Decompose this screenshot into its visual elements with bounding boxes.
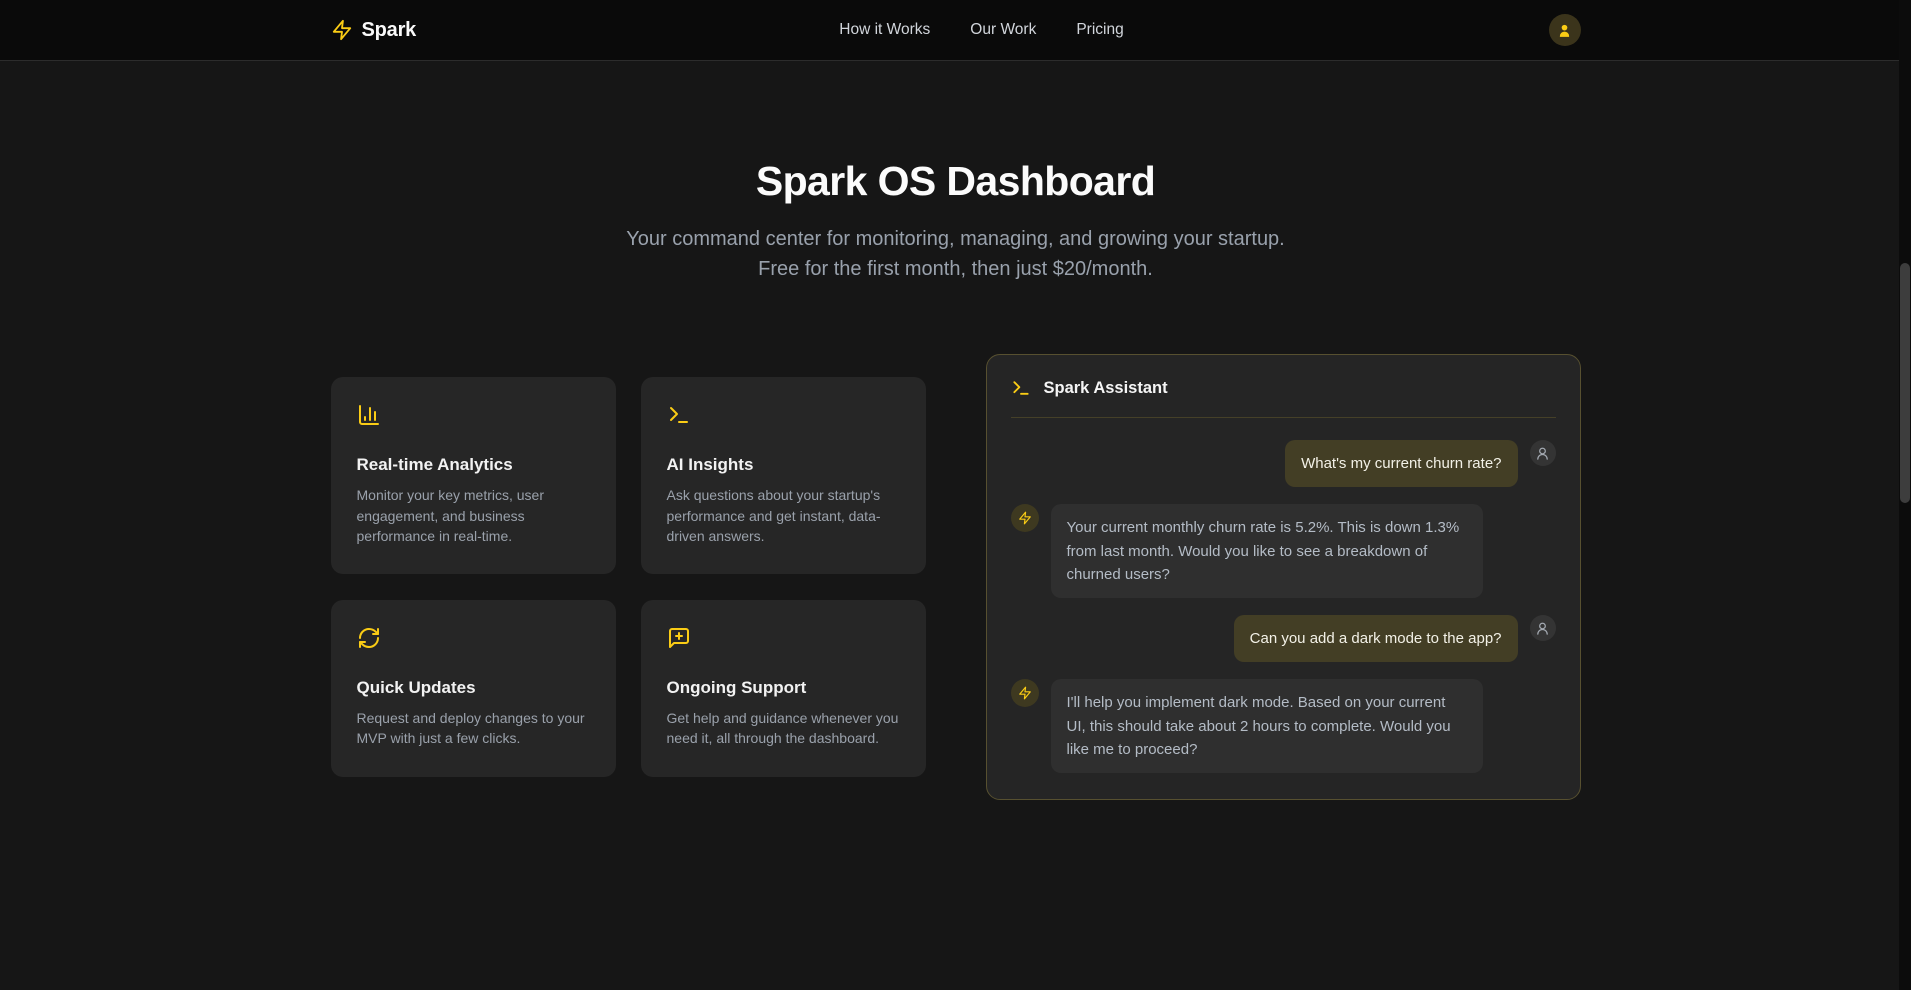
nav-container: Spark How it Works Our Work Pricing <box>331 14 1581 46</box>
chat-message-assistant: I'll help you implement dark mode. Based… <box>1011 679 1556 773</box>
assistant-message-bubble: I'll help you implement dark mode. Based… <box>1051 679 1483 773</box>
scrollbar-thumb[interactable] <box>1900 263 1910 503</box>
message-square-plus-icon <box>667 626 691 650</box>
user-message-bubble: Can you add a dark mode to the app? <box>1234 615 1518 662</box>
assistant-avatar <box>1011 504 1039 532</box>
person-icon <box>1556 22 1573 39</box>
feature-title: Ongoing Support <box>667 678 900 698</box>
person-icon <box>1535 446 1550 461</box>
assistant-panel-header: Spark Assistant <box>987 355 1580 417</box>
nav-link-our-work[interactable]: Our Work <box>970 21 1036 39</box>
user-avatar <box>1530 615 1556 641</box>
hero-section: Spark OS Dashboard Your command center f… <box>0 61 1911 284</box>
feature-card-quick-updates[interactable]: Quick Updates Request and deploy changes… <box>331 600 616 777</box>
nav-links: How it Works Our Work Pricing <box>839 21 1123 39</box>
refresh-icon <box>357 626 381 650</box>
assistant-message-bubble: Your current monthly churn rate is 5.2%.… <box>1051 504 1483 598</box>
feature-card-ai-insights[interactable]: AI Insights Ask questions about your sta… <box>641 377 926 574</box>
feature-card-realtime-analytics[interactable]: Real-time Analytics Monitor your key met… <box>331 377 616 574</box>
features-grid: Real-time Analytics Monitor your key met… <box>331 377 926 776</box>
zap-icon <box>1018 511 1032 525</box>
page-subtitle: Your command center for monitoring, mana… <box>608 224 1303 284</box>
spark-assistant-panel: Spark Assistant What's my current churn … <box>986 354 1581 800</box>
top-nav: Spark How it Works Our Work Pricing <box>0 0 1911 61</box>
feature-title: Quick Updates <box>357 678 590 698</box>
user-avatar-button[interactable] <box>1549 14 1581 46</box>
zap-icon <box>331 19 353 41</box>
chat-messages: What's my current churn rate? Your curre… <box>987 418 1580 799</box>
main-content: Real-time Analytics Monitor your key met… <box>331 354 1581 800</box>
page-title: Spark OS Dashboard <box>0 158 1911 205</box>
nav-link-pricing[interactable]: Pricing <box>1076 21 1123 39</box>
bar-chart-icon <box>357 403 381 427</box>
user-message-bubble: What's my current churn rate? <box>1285 440 1517 487</box>
feature-description: Request and deploy changes to your MVP w… <box>357 708 590 749</box>
person-icon <box>1535 621 1550 636</box>
feature-description: Get help and guidance whenever you need … <box>667 708 900 749</box>
terminal-icon <box>1011 378 1031 398</box>
brand[interactable]: Spark <box>331 19 417 42</box>
user-avatar <box>1530 440 1556 466</box>
chat-message-user: What's my current churn rate? <box>1011 440 1556 487</box>
feature-title: Real-time Analytics <box>357 455 590 475</box>
zap-icon <box>1018 686 1032 700</box>
chat-message-user: Can you add a dark mode to the app? <box>1011 615 1556 662</box>
chat-message-assistant: Your current monthly churn rate is 5.2%.… <box>1011 504 1556 598</box>
feature-description: Monitor your key metrics, user engagemen… <box>357 485 590 546</box>
terminal-icon <box>667 403 691 427</box>
assistant-avatar <box>1011 679 1039 707</box>
feature-title: AI Insights <box>667 455 900 475</box>
feature-description: Ask questions about your startup's perfo… <box>667 485 900 546</box>
feature-card-ongoing-support[interactable]: Ongoing Support Get help and guidance wh… <box>641 600 926 777</box>
page-scrollbar[interactable] <box>1899 0 1911 990</box>
brand-name: Spark <box>362 19 417 42</box>
nav-link-how-it-works[interactable]: How it Works <box>839 21 930 39</box>
assistant-panel-title: Spark Assistant <box>1044 379 1168 398</box>
